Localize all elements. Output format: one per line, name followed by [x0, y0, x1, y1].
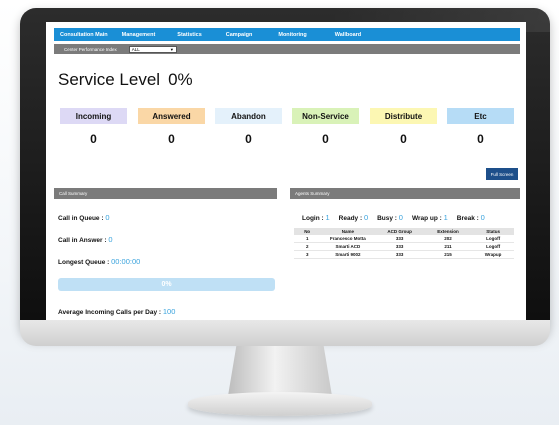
cell-no: 3: [294, 250, 321, 259]
abandon-value: 0: [245, 132, 252, 146]
cell-name: Smarti ACD: [320, 242, 376, 251]
call-summary-header: Call Summary: [54, 188, 277, 199]
monitor-screen: Consultation Main Management Statistics …: [46, 22, 526, 320]
cell-acd-group: 333: [375, 250, 424, 259]
call-in-queue: Call in Queue : 0: [58, 213, 109, 222]
nav-statistics[interactable]: Statistics: [177, 32, 201, 38]
monitor-stand-base: [188, 392, 372, 416]
category-etc: Etc: [447, 108, 514, 124]
etc-value: 0: [477, 132, 484, 146]
login-label: Login :: [302, 215, 326, 222]
category-answered: Answered: [138, 108, 205, 124]
cell-acd-group: 333: [375, 235, 424, 243]
category-abandon: Abandon: [215, 108, 282, 124]
table-row[interactable]: 2 Smarti ACD 333 211 Logoff: [294, 242, 514, 251]
agents-table: No Name ACD Group Extension Status 1 Fra…: [294, 228, 514, 259]
busy-value: 0: [398, 213, 403, 222]
nav-wallboard[interactable]: Wallboard: [335, 32, 361, 38]
busy-label: Busy :: [377, 215, 399, 222]
wrapup-count: Wrap up : 1: [412, 213, 448, 222]
nav-monitoring[interactable]: Monitoring: [278, 32, 306, 38]
col-no[interactable]: No: [294, 228, 321, 235]
call-in-queue-label: Call in Queue :: [58, 215, 106, 222]
break-value: 0: [480, 213, 485, 222]
service-progress-bar: 0%: [58, 278, 275, 291]
average-incoming-calls-label: Average Incoming Calls per Day :: [58, 309, 163, 316]
wrapup-label: Wrap up :: [411, 215, 444, 222]
average-incoming-calls: Average Incoming Calls per Day : 100: [58, 307, 175, 316]
cell-extension: 202: [423, 235, 473, 243]
ready-value: 0: [363, 213, 369, 222]
call-in-queue-value: 0: [105, 213, 110, 222]
call-in-answer-value: 0: [108, 235, 113, 244]
cell-name: Francesco Motta: [320, 235, 376, 243]
category-incoming: Incoming: [60, 108, 127, 124]
service-level: Service Level 0%: [58, 70, 201, 90]
longest-queue-value: 00:00:00: [111, 257, 141, 266]
cell-no: 2: [294, 242, 321, 251]
nav-campaign[interactable]: Campaign: [226, 32, 253, 38]
monitor-chin: [20, 320, 550, 346]
agents-table-header: No Name ACD Group Extension Status: [294, 228, 514, 235]
call-in-answer-label: Call in Answer :: [58, 237, 109, 244]
col-name[interactable]: Name: [320, 228, 376, 235]
cell-no: 1: [294, 235, 321, 243]
wrapup-value: 1: [443, 213, 448, 222]
break-count: Break : 0: [457, 213, 485, 222]
table-row[interactable]: 3 Smarti 9002 333 215 Wrapup: [294, 250, 514, 259]
longest-queue: Longest Queue : 00:00:00: [58, 257, 140, 266]
distribute-value: 0: [400, 132, 407, 146]
service-level-label: Service Level: [58, 70, 161, 89]
col-status[interactable]: Status: [472, 228, 514, 235]
answered-value: 0: [168, 132, 175, 146]
filter-bar: Center Performance Index ALL ▼: [54, 44, 520, 54]
category-non-service: Non-Service: [292, 108, 359, 124]
category-distribute: Distribute: [370, 108, 437, 124]
non-service-value: 0: [322, 132, 329, 146]
break-label: Break :: [456, 215, 481, 222]
nav-consultation-main[interactable]: Consultation Main: [60, 32, 108, 38]
cell-extension: 215: [423, 250, 473, 259]
agents-summary-header: Agents Summary: [290, 188, 520, 199]
login-value: 1: [325, 213, 330, 222]
full-screen-button[interactable]: Full Screen: [486, 168, 518, 180]
chevron-down-icon: ▼: [169, 46, 174, 52]
cell-extension: 211: [423, 242, 473, 251]
login-count: Login : 1: [302, 213, 330, 222]
main-nav: Consultation Main Management Statistics …: [54, 28, 520, 41]
col-extension[interactable]: Extension: [423, 228, 473, 235]
service-level-value: 0%: [168, 70, 193, 89]
cell-acd-group: 333: [375, 242, 424, 251]
ready-label: Ready :: [338, 215, 364, 222]
col-acd-group[interactable]: ACD Group: [375, 228, 424, 235]
center-select-value: ALL: [131, 46, 140, 52]
cell-status: Logoff: [472, 235, 514, 243]
cell-name: Smarti 9002: [320, 250, 376, 259]
average-incoming-calls-value: 100: [162, 307, 176, 316]
agent-status-counts: Login : 1 Ready : 0 Busy : 0 Wrap up : 1…: [302, 213, 494, 222]
incoming-value: 0: [90, 132, 97, 146]
longest-queue-label: Longest Queue :: [58, 259, 112, 266]
table-row[interactable]: 1 Francesco Motta 333 202 Logoff: [294, 235, 514, 243]
filter-label: Center Performance Index: [64, 46, 117, 52]
service-progress-text: 0%: [161, 281, 172, 288]
nav-management[interactable]: Management: [122, 32, 156, 38]
cell-status: Logoff: [472, 242, 514, 251]
center-select[interactable]: ALL ▼: [128, 45, 177, 53]
monitor-stand-neck: [228, 346, 332, 396]
call-in-answer: Call in Answer : 0: [58, 235, 113, 244]
busy-count: Busy : 0: [377, 213, 403, 222]
ready-count: Ready : 0: [339, 213, 368, 222]
cell-status: Wrapup: [472, 250, 514, 259]
